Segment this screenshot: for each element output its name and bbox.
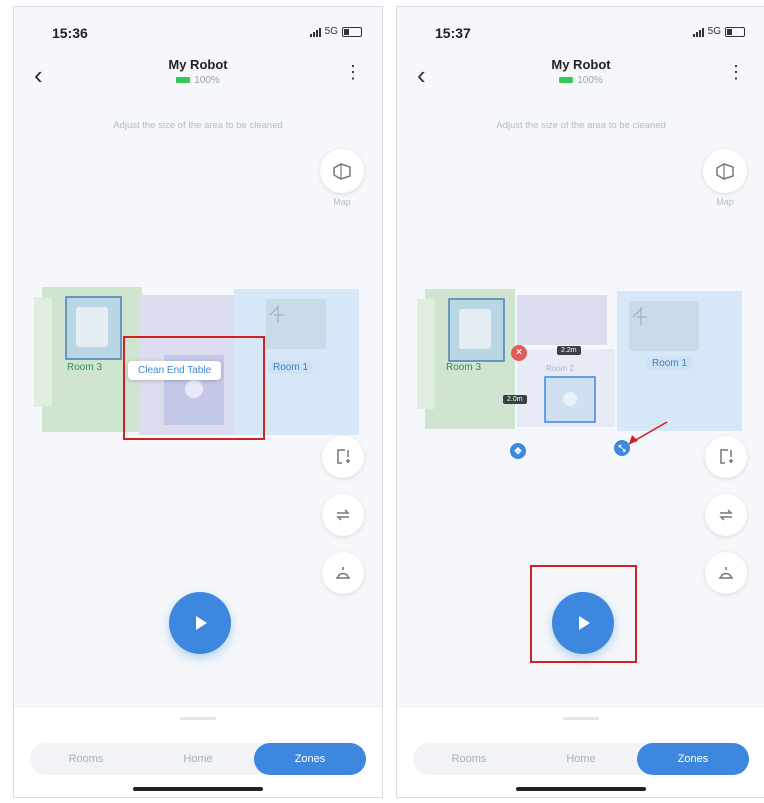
zone-width-label: 2.2m (557, 346, 581, 355)
room-label: Room 1 (268, 361, 314, 374)
robot-button[interactable] (705, 552, 747, 594)
add-zone-button[interactable] (322, 436, 364, 478)
drag-handle[interactable] (180, 717, 216, 720)
bottom-sheet: Rooms Home Zones (397, 706, 764, 797)
robot-battery: 100% (14, 75, 382, 86)
network-type: 5G (707, 26, 721, 37)
home-indicator (133, 787, 263, 791)
instruction-text: Adjust the size of the area to be cleane… (113, 120, 283, 131)
rotate-button[interactable] (705, 494, 747, 536)
map-3d-icon (716, 163, 734, 180)
annotation-highlight (530, 565, 637, 663)
more-vertical-icon[interactable]: ⋮ (344, 63, 362, 81)
map-3d-button[interactable] (703, 149, 747, 193)
tab-home[interactable]: Home (525, 743, 637, 775)
tab-home[interactable]: Home (142, 743, 254, 775)
annotation-highlight (123, 336, 265, 440)
battery-level-icon (559, 77, 574, 84)
phone-screen-left: 15:36 5G ‹ My Robot 100% ⋮ Adjust the si… (13, 6, 383, 798)
battery-icon (725, 26, 745, 37)
drag-handle[interactable] (563, 717, 599, 720)
move-zone-handle[interactable]: ✥ (510, 443, 526, 459)
more-vertical-icon[interactable]: ⋮ (727, 63, 745, 81)
page-title: My Robot (168, 57, 228, 72)
annotation-arrow (628, 421, 668, 445)
tab-rooms[interactable]: Rooms (413, 743, 525, 775)
signal-icon (692, 27, 704, 37)
status-time: 15:37 (435, 25, 471, 41)
map-3d-button[interactable] (320, 149, 364, 193)
bottom-sheet: Rooms Home Zones (14, 706, 382, 797)
battery-level-icon (176, 77, 191, 84)
home-indicator (516, 787, 646, 791)
robot-icon (336, 567, 350, 579)
battery-percent: 100% (577, 75, 603, 86)
rotate-icon (336, 509, 350, 521)
zone-height-label: 2.0m (503, 395, 527, 404)
map-label: Map (333, 197, 351, 207)
add-zone-icon (720, 449, 733, 464)
robot-icon (719, 567, 733, 579)
room-label: Room 1 (647, 357, 693, 370)
rotate-icon (719, 509, 733, 521)
map-3d-icon (333, 163, 351, 180)
tab-rooms[interactable]: Rooms (30, 743, 142, 775)
page-title: My Robot (551, 57, 611, 72)
mode-tabs: Rooms Home Zones (30, 743, 366, 775)
status-bar-right: 5G (692, 26, 745, 37)
room-label: Room 3 (67, 362, 103, 373)
close-icon: × (516, 347, 522, 358)
robot-button[interactable] (322, 552, 364, 594)
rotate-button[interactable] (322, 494, 364, 536)
play-icon (196, 616, 207, 630)
delete-zone-button[interactable]: × (511, 345, 527, 361)
robot-battery: 100% (397, 75, 764, 86)
tab-zones[interactable]: Zones (637, 743, 749, 775)
instruction-text: Adjust the size of the area to be cleane… (496, 120, 666, 131)
move-icon: ✥ (514, 446, 522, 456)
room-label: Room 3 (446, 362, 482, 373)
phone-screen-right: 15:37 5G ‹ My Robot 100% ⋮ Adjust the si… (396, 6, 764, 798)
signal-icon (309, 27, 321, 37)
tab-zones[interactable]: Zones (254, 743, 366, 775)
network-type: 5G (324, 26, 338, 37)
battery-percent: 100% (194, 75, 220, 86)
mode-tabs: Rooms Home Zones (413, 743, 749, 775)
status-bar-right: 5G (309, 26, 362, 37)
add-zone-icon (337, 449, 350, 464)
map-label: Map (716, 197, 734, 207)
status-time: 15:36 (52, 25, 88, 41)
add-zone-button[interactable] (705, 436, 747, 478)
battery-icon (342, 26, 362, 37)
room-label: Room 2 (546, 364, 575, 373)
start-cleaning-button[interactable] (169, 592, 231, 654)
